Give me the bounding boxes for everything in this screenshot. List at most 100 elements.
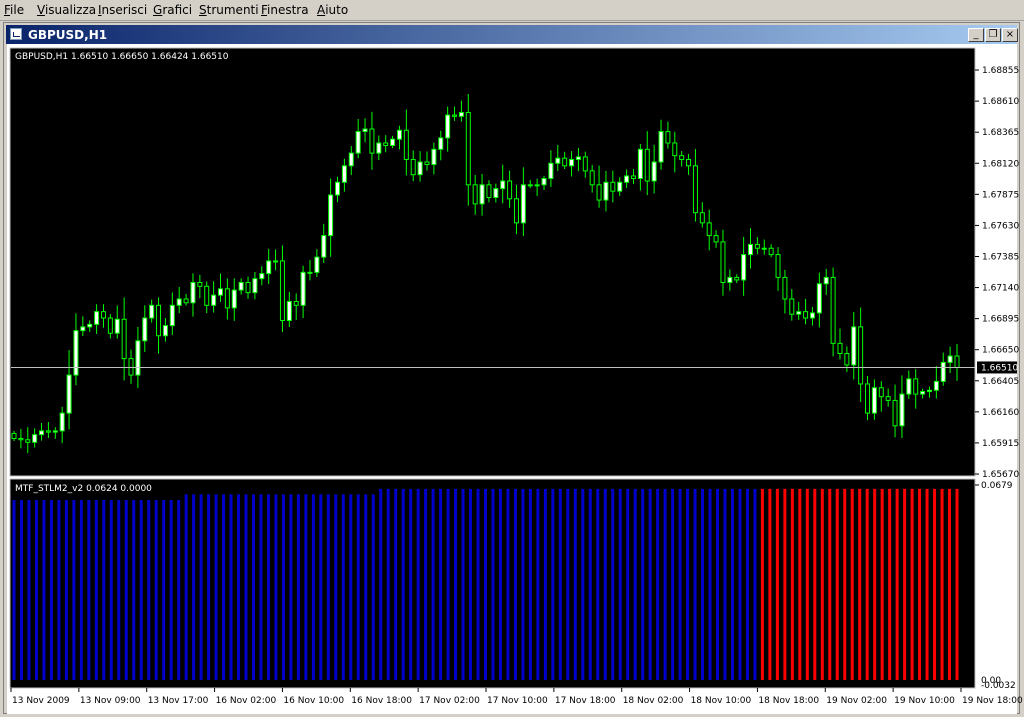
indicator-bar: [618, 488, 622, 680]
candle-body: [266, 260, 272, 275]
indicator-bar: [491, 488, 495, 680]
time-tick-label: 19 Nov 18:00: [962, 696, 1023, 706]
candle-body: [94, 311, 100, 325]
candle-body: [424, 161, 430, 166]
indicator-bar: [521, 488, 525, 680]
candle-body: [837, 342, 843, 355]
candle-body: [906, 378, 912, 395]
indicator-bar: [865, 488, 869, 680]
indicator-bar: [506, 488, 510, 680]
indicator-bar: [72, 500, 76, 680]
indicator-bar: [581, 488, 585, 680]
candle-body: [410, 158, 416, 176]
candle-body: [775, 254, 781, 278]
candle-body: [830, 276, 836, 344]
price-tick-label: 1.68610: [982, 97, 1019, 107]
indicator-bar: [207, 494, 211, 680]
time-tick-label: 16 Nov 10:00: [283, 696, 344, 706]
indicator-bar: [678, 488, 682, 680]
indicator-bar: [843, 488, 847, 680]
time-tick-label: 18 Nov 18:00: [758, 696, 819, 706]
candle-body: [135, 340, 141, 376]
candle-body: [52, 430, 58, 433]
candle-body: [582, 156, 588, 172]
indicator-bar: [394, 488, 398, 680]
indicator-bottom-label-2: -0.0032: [981, 681, 1016, 691]
candle-body: [142, 317, 148, 342]
candle-body: [541, 177, 547, 186]
candle-body: [204, 285, 210, 306]
indicator-bar: [42, 500, 46, 680]
candle-body: [672, 142, 678, 157]
indicator-bar: [334, 494, 338, 680]
candle-body: [341, 165, 347, 183]
candle-body: [217, 288, 223, 296]
candle-body: [486, 184, 492, 199]
price-panel[interactable]: [9, 47, 976, 477]
indicator-bar: [19, 500, 23, 680]
indicator-bar: [835, 488, 839, 680]
candle-body: [66, 374, 72, 414]
indicator-bar: [259, 494, 263, 680]
indicator-bar: [326, 494, 330, 680]
indicator-bar: [57, 500, 61, 680]
indicator-bar: [162, 500, 166, 680]
candle-body: [197, 281, 203, 287]
candle-body: [32, 434, 38, 443]
candle-body: [335, 181, 341, 196]
candle-body: [596, 184, 602, 201]
candle-body: [500, 180, 506, 190]
indicator-bar: [356, 494, 360, 680]
candle-body: [507, 180, 513, 200]
candle-body: [692, 165, 698, 214]
candle-body: [644, 148, 650, 182]
candle-body: [844, 353, 850, 366]
price-tick-label: 1.67140: [982, 284, 1019, 294]
candle-body: [80, 326, 86, 332]
time-tick-label: 19 Nov 10:00: [894, 696, 955, 706]
indicator-bar: [716, 488, 720, 680]
indicator-bar: [536, 488, 540, 680]
indicator-bar: [266, 494, 270, 680]
price-tick-label: 1.67385: [982, 252, 1019, 262]
indicator-bar: [753, 488, 757, 680]
candle-body: [348, 152, 354, 167]
indicator-bar: [416, 488, 420, 680]
indicator-bar: [274, 494, 278, 680]
candle-body: [727, 276, 733, 283]
indicator-bar: [656, 488, 660, 680]
indicator-bar: [895, 488, 899, 680]
indicator-bar: [813, 488, 817, 680]
indicator-bar: [94, 500, 98, 680]
chart-canvas[interactable]: 1.68855 1.68610 1.68365 1.68120 1.67875 1.676…: [0, 0, 1024, 717]
indicator-bar: [102, 500, 106, 680]
candle-body: [396, 129, 402, 140]
candle-body: [45, 430, 51, 433]
candle-body: [156, 304, 162, 337]
indicator-bar: [139, 500, 143, 680]
candle-body: [624, 175, 630, 183]
indicator-bar: [686, 488, 690, 680]
candle-body: [885, 396, 891, 401]
candle-body: [465, 112, 471, 186]
candle-body: [183, 298, 189, 304]
candle-body: [720, 241, 726, 283]
price-tick-label: 1.68855: [982, 66, 1019, 76]
candle-body: [796, 311, 802, 315]
indicator-bar: [820, 488, 824, 680]
candle-body: [748, 243, 754, 256]
candle-body: [761, 247, 767, 250]
indicator-bar: [401, 488, 405, 680]
candle-body: [555, 157, 561, 164]
candle-body: [273, 260, 279, 263]
candle-body: [73, 330, 79, 376]
indicator-bar: [498, 488, 502, 680]
indicator-bar: [543, 488, 547, 680]
candle-body: [403, 129, 409, 160]
indicator-bar: [304, 494, 308, 680]
price-tick-label: 1.68365: [982, 128, 1019, 138]
indicator-bar: [805, 488, 809, 680]
time-tick-label: 17 Nov 10:00: [487, 696, 548, 706]
indicator-bar: [648, 488, 652, 680]
price-tick-label: 1.65915: [982, 439, 1019, 449]
